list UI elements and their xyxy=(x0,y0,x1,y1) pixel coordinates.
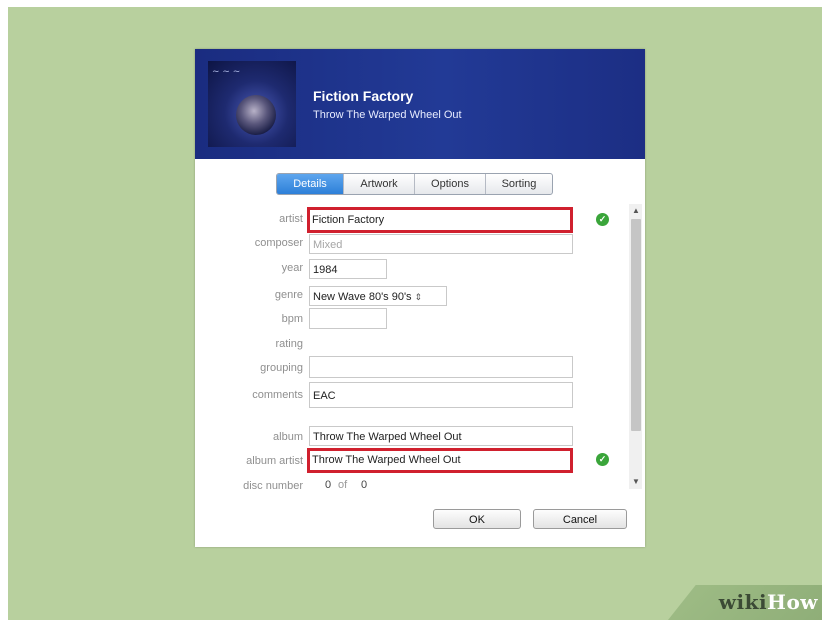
disc-total-field[interactable]: 0 xyxy=(361,479,367,491)
disc-number-label: disc number xyxy=(243,480,303,492)
bpm-label: bpm xyxy=(281,313,303,325)
artwork-figure xyxy=(236,95,276,135)
tab-bar: Details Artwork Options Sorting xyxy=(276,173,553,195)
year-label: year xyxy=(281,262,303,274)
header-artist-title: Fiction Factory xyxy=(313,88,414,104)
year-field[interactable]: 1984 xyxy=(309,259,387,279)
artwork-script-text: ~ ~ ~ xyxy=(212,67,241,77)
grouping-label: grouping xyxy=(260,362,303,374)
disc-of-label: of xyxy=(338,479,348,491)
album-field[interactable]: Throw The Warped Wheel Out xyxy=(309,426,573,446)
tab-sorting[interactable]: Sorting xyxy=(485,174,552,194)
ok-button[interactable]: OK xyxy=(433,509,521,529)
cancel-button[interactable]: Cancel xyxy=(533,509,627,529)
genre-label: genre xyxy=(274,289,303,301)
comments-field[interactable]: EAC xyxy=(309,382,573,408)
composer-field[interactable]: Mixed xyxy=(309,234,573,254)
dialog-header: ~ ~ ~ Fiction Factory Throw The Warped W… xyxy=(195,49,645,159)
album-artwork: ~ ~ ~ xyxy=(208,61,296,147)
header-album-subtitle: Throw The Warped Wheel Out xyxy=(313,109,462,121)
album-artist-field[interactable]: Throw The Warped Wheel Out xyxy=(307,448,573,473)
song-info-dialog: ~ ~ ~ Fiction Factory Throw The Warped W… xyxy=(195,49,645,547)
tab-artwork[interactable]: Artwork xyxy=(343,174,414,194)
chevron-down-icon[interactable]: ▼ xyxy=(631,477,641,486)
grouping-field[interactable] xyxy=(309,356,573,378)
scrollbar-thumb[interactable] xyxy=(631,219,641,431)
comments-label: comments xyxy=(252,389,303,401)
artist-field[interactable]: Fiction Factory xyxy=(307,207,573,233)
up-down-arrows-icon: ⇕ xyxy=(414,292,423,302)
genre-select-value: New Wave 80's 90's xyxy=(313,291,412,303)
check-circle-icon: ✓ xyxy=(596,453,609,466)
composer-label: composer xyxy=(254,237,303,249)
artist-label: artist xyxy=(279,213,303,225)
bpm-field[interactable] xyxy=(309,308,387,329)
disc-number-field[interactable]: 0 xyxy=(325,479,331,491)
tab-details[interactable]: Details xyxy=(277,174,343,194)
album-artist-label: album artist xyxy=(246,455,303,467)
genre-select[interactable]: New Wave 80's 90's ⇕ xyxy=(309,286,447,306)
check-circle-icon: ✓ xyxy=(596,213,609,226)
wikihow-logo: wikiHow xyxy=(718,590,818,614)
chevron-up-icon[interactable]: ▲ xyxy=(631,206,641,215)
album-label: album xyxy=(273,431,303,443)
tab-options[interactable]: Options xyxy=(414,174,485,194)
rating-label: rating xyxy=(275,338,303,350)
